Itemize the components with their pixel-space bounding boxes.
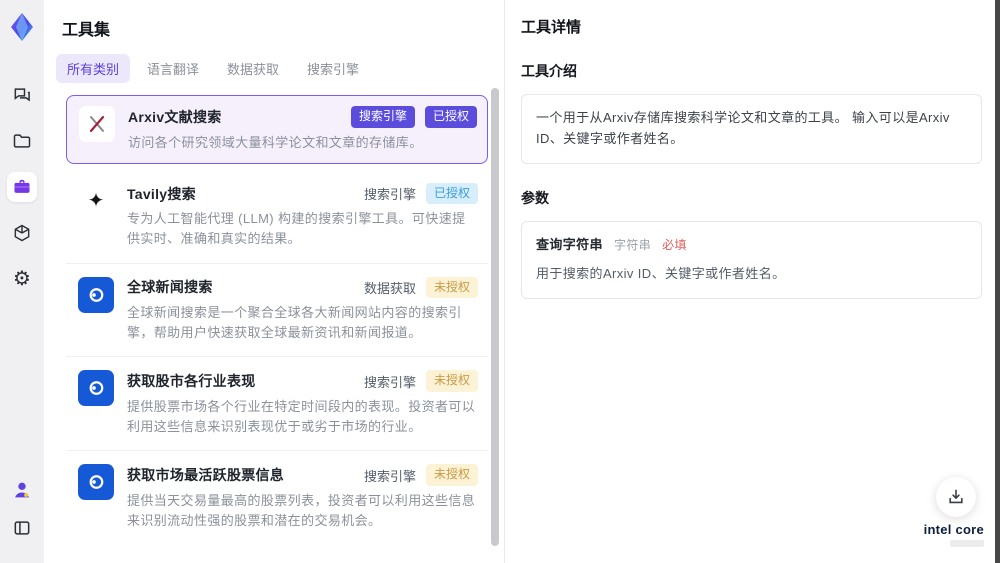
tool-card-active-stocks[interactable]: 获取市场最活跃股票信息 搜索引擎 未授权 提供当天交易量最高的股票列表，投资者可… [66, 451, 488, 543]
tab-all-categories[interactable]: 所有类别 [56, 54, 131, 83]
tool-badges: 搜索引擎 已授权 [343, 106, 477, 128]
param-name: 查询字符串 [536, 236, 603, 252]
tool-list: Arxiv文献搜索 搜索引擎 已授权 访问各个研究领域大量科学论文和文章的存储库… [44, 91, 504, 543]
intro-heading: 工具介绍 [521, 63, 577, 79]
param-type: 字符串 [613, 237, 652, 252]
cube-icon[interactable] [7, 218, 37, 248]
arxiv-logo-icon [79, 106, 115, 142]
auth-status-badge: 未授权 [425, 464, 478, 486]
category-label: 数据获取 [363, 280, 416, 296]
gear-icon settings[interactable]: ⚙ [7, 264, 37, 294]
intel-core-logo: intel core [923, 522, 984, 537]
tool-card-arxiv[interactable]: Arxiv文献搜索 搜索引擎 已授权 访问各个研究领域大量科学论文和文章的存储库… [66, 95, 488, 164]
intro-box: 一个用于从Arxiv存储库搜索科学论文和文章的工具。 输入可以是Arxiv ID… [521, 94, 982, 164]
collapse-sidebar-icon[interactable] [7, 513, 37, 543]
tool-badges: 搜索引擎 未授权 [356, 464, 478, 486]
tool-name: 全球新闻搜索 [127, 279, 213, 296]
param-header: 查询字符串 字符串 必填 [536, 235, 967, 256]
star-glyph: ✦ [87, 189, 105, 212]
tool-card-body: Tavily搜索 搜索引擎 已授权 专为人工智能代理 (LLM) 构建的搜索引擎… [127, 182, 478, 250]
folder-icon[interactable] [7, 126, 37, 156]
download-icon [949, 489, 963, 504]
tool-description: 专为人工智能代理 (LLM) 构建的搜索引擎工具。可快速提供实时、准确和真实的结… [127, 211, 466, 247]
category-label: 搜索引擎 [363, 187, 416, 203]
tool-description: 访问各个研究领域大量科学论文和文章的存储库。 [128, 134, 423, 150]
tool-badges: 数据获取 未授权 [356, 276, 478, 299]
tool-badges: 搜索引擎 未授权 [356, 370, 478, 393]
avatar-icon user-profile[interactable] [7, 475, 37, 505]
download-button[interactable] [936, 477, 976, 517]
tool-card-body: Arxiv文献搜索 搜索引擎 已授权 访问各个研究领域大量科学论文和文章的存储库… [128, 106, 477, 153]
chat-icon[interactable] [7, 80, 37, 110]
tool-name: Tavily搜索 [127, 185, 196, 202]
auth-status-badge: 未授权 [425, 370, 478, 393]
page-title: 工具集 [62, 22, 111, 39]
tool-detail-panel: 工具详情 工具介绍 一个用于从Arxiv存储库搜索科学论文和文章的工具。 输入可… [505, 0, 1000, 563]
tool-card-body: 全球新闻搜索 数据获取 未授权 全球新闻搜索是一个聚合全球各大新闻网站内容的搜索… [127, 276, 478, 344]
tool-badges: 搜索引擎 已授权 [356, 182, 478, 205]
brand-mark: intel core [924, 522, 984, 547]
gear-glyph: ⚙ [13, 268, 31, 290]
param-box: 查询字符串 字符串 必填 用于搜索的Arxiv ID、关键字或作者姓名。 [521, 220, 982, 300]
tool-list-panel: 工具集 所有类别 语言翻译 数据获取 搜索引擎 Arxiv文献搜索 搜索引擎 已… [44, 0, 505, 563]
app-logo gem-logo-icon [8, 12, 36, 42]
stock-sector-icon [78, 370, 114, 407]
intro-text: 一个用于从Arxiv存储库搜索科学论文和文章的工具。 输入可以是Arxiv ID… [536, 110, 950, 146]
list-scrollbar[interactable] [491, 88, 499, 546]
brand-subtext-bar [950, 540, 984, 547]
tool-card-stock-sector[interactable]: 获取股市各行业表现 搜索引擎 未授权 提供股票市场各个行业在特定时间段内的表现。… [66, 357, 488, 452]
screen-edge-strip [995, 0, 1000, 563]
tab-language-translation[interactable]: 语言翻译 [136, 54, 210, 83]
category-label: 搜索引擎 [363, 374, 416, 390]
active-stocks-icon [78, 464, 114, 501]
briefcase-icon rail-item-tools[interactable] [7, 172, 37, 202]
app-window: ⚙ 工具集 所有类别 语言翻译 数据获取 搜索引擎 Arxiv文献搜索 搜索引擎… [0, 0, 1000, 563]
tool-description: 提供当天交易量最高的股票列表，投资者可以利用这些信息来识别流动性强的股票和潜在的… [127, 492, 476, 529]
tavily-star-icon: ✦ [78, 183, 114, 219]
detail-title: 工具详情 [521, 19, 582, 36]
news-search-icon [78, 276, 114, 313]
param-description: 用于搜索的Arxiv ID、关键字或作者姓名。 [536, 266, 786, 282]
category-label: 搜索引擎 [363, 468, 416, 484]
tab-search-engine[interactable]: 搜索引擎 [296, 54, 370, 83]
params-heading: 参数 [521, 189, 549, 206]
left-rail: ⚙ [0, 0, 44, 563]
auth-status-badge: 已授权 [425, 182, 478, 205]
tool-description: 提供股票市场各个行业在特定时间段内的表现。投资者可以利用这些信息来识别表现优于或… [127, 399, 476, 435]
tool-name: Arxiv文献搜索 [128, 108, 222, 125]
param-required-badge: 必填 [662, 237, 687, 252]
tool-card-tavily[interactable]: ✦ Tavily搜索 搜索引擎 已授权 专为人工智能代理 (LLM) 构建的搜索… [66, 170, 488, 264]
tool-name: 获取股市各行业表现 [127, 373, 256, 390]
tab-data-fetch[interactable]: 数据获取 [216, 54, 290, 83]
category-tabs: 所有类别 语言翻译 数据获取 搜索引擎 [56, 54, 492, 83]
auth-status-badge: 已授权 [424, 106, 477, 128]
tool-card-body: 获取市场最活跃股票信息 搜索引擎 未授权 提供当天交易量最高的股票列表，投资者可… [127, 464, 478, 531]
tool-name: 获取市场最活跃股票信息 [127, 467, 285, 484]
tool-description: 全球新闻搜索是一个聚合全球各大新闻网站内容的搜索引擎，帮助用户快速获取全球最新资… [127, 305, 462, 341]
category-badge: 搜索引擎 [350, 106, 415, 128]
tool-card-body: 获取股市各行业表现 搜索引擎 未授权 提供股票市场各个行业在特定时间段内的表现。… [127, 370, 478, 437]
tool-card-global-news[interactable]: 全球新闻搜索 数据获取 未授权 全球新闻搜索是一个聚合全球各大新闻网站内容的搜索… [66, 264, 488, 358]
auth-status-badge: 未授权 [425, 276, 478, 299]
rail-bottom-group [7, 475, 37, 551]
